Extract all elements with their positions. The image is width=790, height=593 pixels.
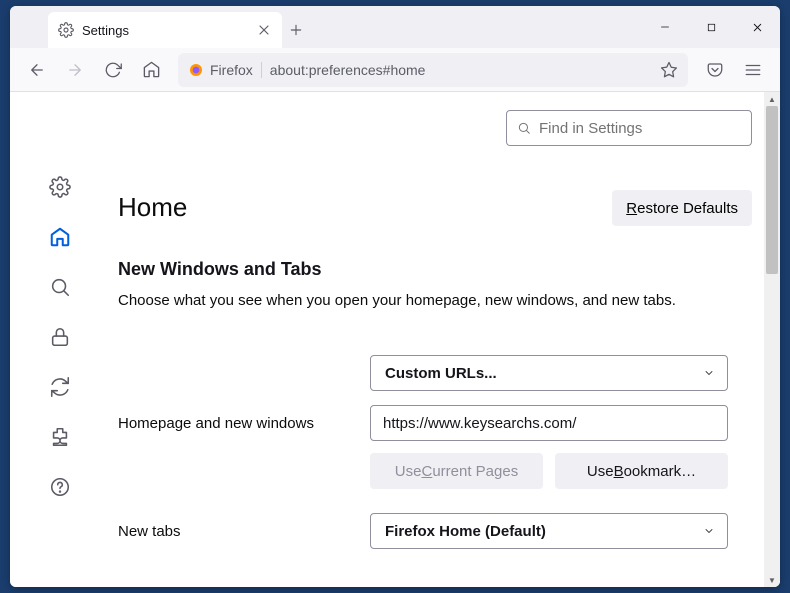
maximize-button[interactable] — [688, 6, 734, 48]
section-heading: New Windows and Tabs — [118, 259, 748, 280]
browser-window: Settings Firefox about:preferences#home — [10, 6, 780, 587]
home-button[interactable] — [134, 53, 168, 87]
select-value: Custom URLs... — [385, 365, 497, 382]
scroll-up-icon[interactable]: ▲ — [764, 92, 780, 106]
tab-title: Settings — [82, 23, 129, 38]
scrollbar-thumb[interactable] — [766, 106, 778, 274]
search-placeholder: Find in Settings — [539, 120, 642, 137]
vertical-scrollbar[interactable]: ▲ ▼ — [764, 92, 780, 587]
chevron-down-icon — [703, 367, 715, 379]
sidebar-privacy-icon[interactable] — [49, 326, 71, 348]
forward-button[interactable] — [58, 53, 92, 87]
bookmark-star-icon[interactable] — [660, 61, 678, 79]
reload-button[interactable] — [96, 53, 130, 87]
firefox-icon — [188, 62, 204, 78]
use-current-pages-button[interactable]: Use Current Pages — [370, 453, 543, 489]
titlebar: Settings — [10, 6, 780, 48]
toolbar: Firefox about:preferences#home — [10, 48, 780, 92]
minimize-button[interactable] — [642, 6, 688, 48]
restore-defaults-button[interactable]: Restore Defaults — [612, 190, 752, 226]
sidebar-home-icon[interactable] — [49, 226, 71, 248]
sidebar-sync-icon[interactable] — [49, 376, 71, 398]
homepage-mode-select[interactable]: Custom URLs... — [370, 355, 728, 391]
settings-sidebar — [10, 92, 110, 587]
window-controls — [642, 6, 780, 48]
save-to-pocket-button[interactable] — [698, 53, 732, 87]
select-value: Firefox Home (Default) — [385, 523, 546, 540]
sidebar-help-icon[interactable] — [49, 476, 71, 498]
content-body: Find in Settings Home Restore Defaults N… — [10, 92, 780, 587]
scroll-down-icon[interactable]: ▼ — [764, 573, 780, 587]
identity-label: Firefox — [210, 62, 253, 78]
homepage-label: Homepage and new windows — [118, 415, 370, 432]
address-bar[interactable]: Firefox about:preferences#home — [178, 53, 688, 87]
tab-settings[interactable]: Settings — [48, 12, 282, 48]
sidebar-extensions-icon[interactable] — [49, 426, 71, 448]
close-window-button[interactable] — [734, 6, 780, 48]
newtabs-label: New tabs — [118, 523, 370, 540]
identity-box[interactable]: Firefox — [188, 62, 262, 78]
chevron-down-icon — [703, 525, 715, 537]
sidebar-general-icon[interactable] — [49, 176, 71, 198]
app-menu-button[interactable] — [736, 53, 770, 87]
tab-close-button[interactable] — [256, 22, 272, 38]
search-icon — [517, 121, 531, 135]
sidebar-search-icon[interactable] — [49, 276, 71, 298]
settings-search-input[interactable]: Find in Settings — [506, 110, 752, 146]
section-description: Choose what you see when you open your h… — [118, 290, 748, 311]
use-bookmark-button[interactable]: Use Bookmark… — [555, 453, 728, 489]
url-text: about:preferences#home — [270, 62, 652, 78]
gear-icon — [58, 22, 74, 38]
back-button[interactable] — [20, 53, 54, 87]
homepage-url-input[interactable] — [370, 405, 728, 441]
newtabs-select[interactable]: Firefox Home (Default) — [370, 513, 728, 549]
settings-content: Find in Settings Home Restore Defaults N… — [110, 92, 780, 587]
new-tab-button[interactable] — [282, 12, 310, 48]
